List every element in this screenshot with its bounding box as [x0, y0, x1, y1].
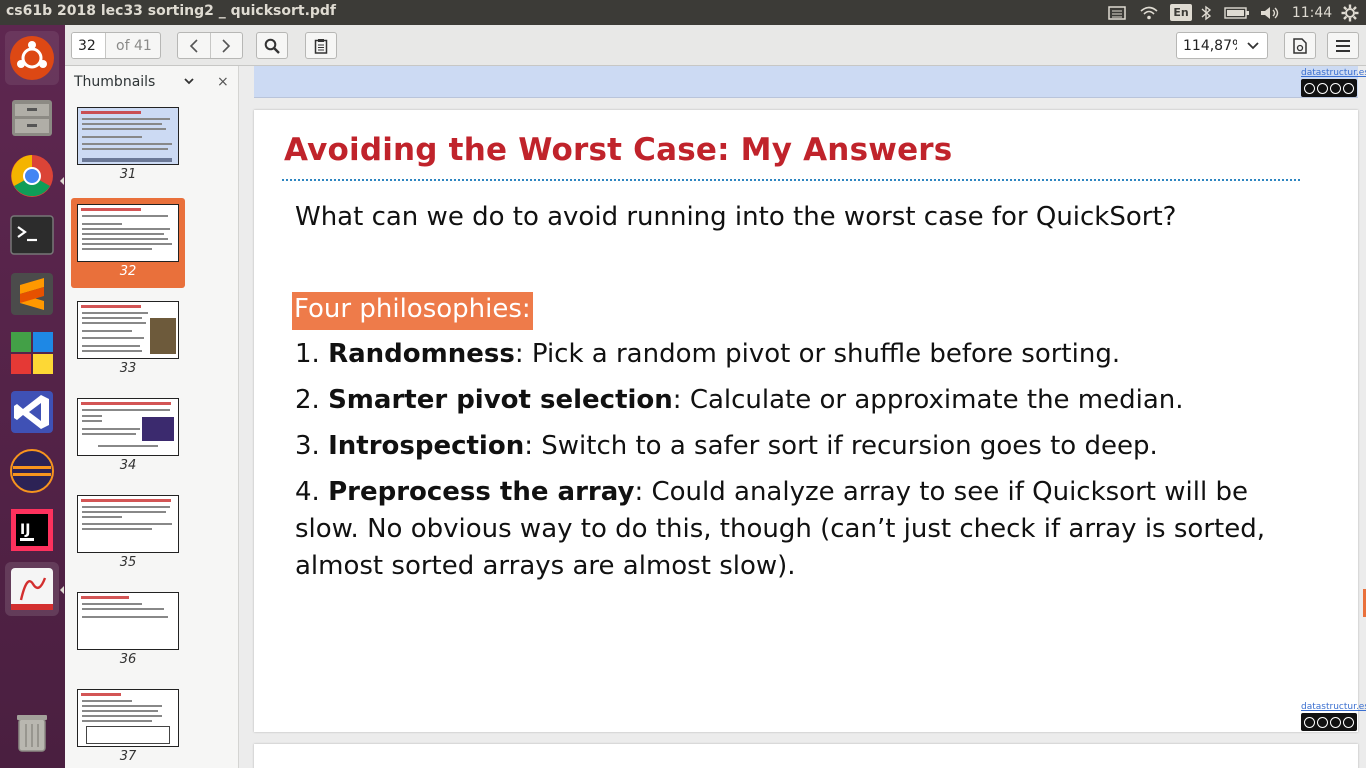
annotations-button[interactable]	[305, 32, 337, 59]
intellij-icon[interactable]: IJ	[5, 503, 59, 557]
chevron-right-icon	[222, 38, 231, 53]
item-number: 1.	[295, 339, 320, 369]
language-indicator[interactable]: En	[1169, 3, 1193, 22]
sublime-text-icon[interactable]	[5, 267, 59, 321]
chevron-down-icon	[1247, 41, 1259, 49]
thumbnail-page-35[interactable]	[77, 495, 179, 553]
thumbnail-label: 35	[119, 555, 137, 570]
bluetooth-icon[interactable]	[1198, 3, 1214, 22]
item-number: 3.	[295, 431, 320, 461]
clock[interactable]: 11:44	[1290, 3, 1334, 22]
thumbnail-photo	[150, 318, 176, 354]
philosophy-item: 1. Randomness: Pick a random pivot or sh…	[295, 336, 1120, 373]
chevron-down-icon[interactable]	[183, 75, 195, 87]
thumbnail-page-36[interactable]	[77, 592, 179, 650]
page-navigation	[177, 32, 243, 59]
document-icon	[1293, 37, 1307, 54]
vscode-icon[interactable]	[5, 385, 59, 439]
thumbnail-table	[86, 726, 170, 744]
battery-icon[interactable]	[1222, 3, 1252, 22]
settings-gear-icon[interactable]	[1338, 3, 1362, 22]
main-menu-button[interactable]	[1327, 32, 1359, 59]
item-keyword: Randomness	[328, 339, 515, 369]
next-page-top	[254, 744, 1358, 768]
thumbnail-page-37[interactable]	[77, 689, 179, 747]
thumbnail-page-32[interactable]	[77, 204, 179, 262]
launcher: IJ	[0, 25, 65, 768]
title-divider	[282, 179, 1300, 181]
svg-text:IJ: IJ	[20, 522, 30, 538]
ubuntu-dash-icon[interactable]	[5, 31, 59, 85]
item-text: : Pick a random pivot or shuffle before …	[514, 339, 1121, 369]
document-toolbar: of 41 114,87%	[65, 25, 1366, 66]
item-number: 4.	[295, 477, 320, 507]
previous-page-bottom: datastructur.es	[254, 66, 1366, 98]
thumbnail-photo	[142, 417, 174, 441]
zoom-selector[interactable]: 114,87%	[1176, 32, 1268, 59]
files-icon[interactable]	[5, 90, 59, 144]
page-count-label: of 41	[116, 37, 152, 54]
next-page-button[interactable]	[209, 33, 242, 58]
document-properties-button[interactable]	[1284, 32, 1316, 59]
search-button[interactable]	[256, 32, 288, 59]
page-selector: of 41	[71, 32, 161, 59]
philosophy-item: 3. Introspection: Switch to a safer sort…	[295, 428, 1158, 465]
thumbnail-label: 32	[119, 264, 137, 279]
keyboard-icon[interactable]	[1106, 3, 1128, 22]
philosophies-heading: Four philosophies:	[292, 292, 533, 330]
thumbnail-label: 34	[119, 458, 137, 473]
philosophy-item: 4. Preprocess the array: Could analyze a…	[295, 474, 1295, 585]
zoom-level: 114,87%	[1183, 37, 1237, 54]
item-keyword: Smarter pivot selection	[328, 385, 673, 415]
item-text: : Switch to a safer sort if recursion go…	[524, 431, 1158, 461]
window-title: cs61b 2018 lec33 sorting2 _ quicksort.pd…	[6, 3, 337, 19]
item-text: : Calculate or approximate the median.	[672, 385, 1184, 415]
thumbnail-label: 33	[119, 361, 137, 376]
running-indicator	[60, 177, 64, 185]
item-number: 2.	[295, 385, 320, 415]
pdf-page: Avoiding the Worst Case: My Answers What…	[254, 110, 1366, 732]
thumbnail-sidebar: Thumbnails × 31 32 33 34 35 36 37	[65, 66, 239, 768]
item-keyword: Preprocess the array	[328, 477, 635, 507]
clipboard-icon	[314, 38, 328, 54]
chevron-left-icon	[189, 38, 198, 53]
creative-commons-badge	[1301, 79, 1357, 97]
thumbnail-label: 36	[119, 652, 137, 667]
thumbnail-label: 37	[119, 749, 137, 764]
pdf-viewer-icon[interactable]	[5, 562, 59, 616]
thumbnail-page-31[interactable]	[77, 107, 179, 165]
top-panel: cs61b 2018 lec33 sorting2 _ quicksort.pd…	[0, 0, 1366, 25]
credit-link[interactable]: datastructur.es	[1301, 68, 1366, 78]
volume-icon[interactable]	[1258, 3, 1282, 22]
terminal-icon[interactable]	[5, 208, 59, 262]
document-view[interactable]: datastructur.es Avoiding the Worst Case:…	[239, 66, 1366, 768]
thumbnail-page-34[interactable]	[77, 398, 179, 456]
creative-commons-badge	[1301, 713, 1357, 731]
item-keyword: Introspection	[328, 431, 525, 461]
slide-question: What can we do to avoid running into the…	[295, 202, 1177, 232]
close-sidebar-button[interactable]: ×	[217, 74, 229, 90]
clock-label: 11:44	[1291, 4, 1333, 21]
running-indicator	[60, 586, 64, 594]
trash-icon[interactable]	[5, 705, 59, 759]
thumbnail-page-33[interactable]	[77, 301, 179, 359]
wifi-icon[interactable]	[1137, 3, 1161, 22]
philosophy-item: 2. Smarter pivot selection: Calculate or…	[295, 382, 1184, 419]
sidebar-mode-label[interactable]: Thumbnails	[74, 74, 155, 90]
thumbnail-label: 31	[119, 167, 137, 182]
previous-page-button[interactable]	[178, 33, 210, 58]
search-icon	[264, 38, 280, 54]
slide-title: Avoiding the Worst Case: My Answers	[284, 132, 953, 168]
page-number-input[interactable]	[72, 33, 106, 58]
eclipse-icon[interactable]	[5, 444, 59, 498]
language-label: En	[1170, 4, 1192, 21]
sidebar-header: Thumbnails ×	[65, 66, 238, 100]
credit-link[interactable]: datastructur.es	[1301, 702, 1366, 712]
chrome-icon[interactable]	[5, 149, 59, 203]
hamburger-menu-icon	[1336, 39, 1350, 52]
libreoffice-icon[interactable]	[5, 326, 59, 380]
